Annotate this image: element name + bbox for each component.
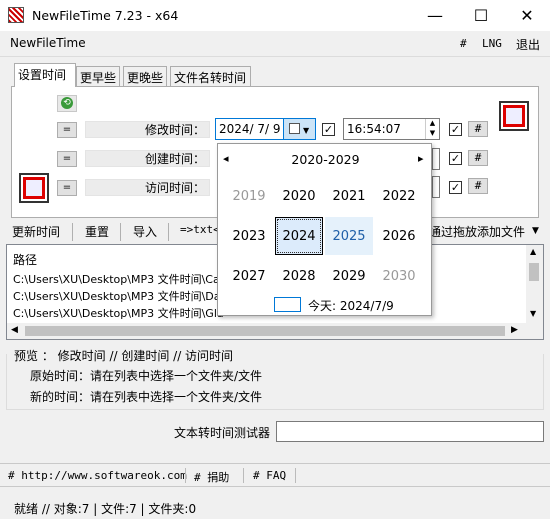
close-button[interactable]: ✕ xyxy=(504,0,550,31)
vertical-scrollbar[interactable]: ▲ ▼ xyxy=(526,245,543,323)
modify-time-field[interactable]: 16:54:07 ▲ ▼ xyxy=(343,118,440,140)
create-equal-button[interactable]: = xyxy=(57,151,77,167)
tab-set-time[interactable]: 设置时间 xyxy=(14,63,76,87)
create-time-field[interactable] xyxy=(432,148,440,170)
calendar-year-2028[interactable]: 2028 xyxy=(275,257,323,295)
drag-drop-add-button[interactable]: 通过拖放添加文件 xyxy=(429,223,525,241)
new-time-text: 新的时间：请在列表中选择一个文件夹/文件 xyxy=(30,390,263,404)
toolbar-separator xyxy=(72,223,73,241)
app-logo-right-icon[interactable] xyxy=(499,101,529,131)
links-separator xyxy=(295,468,296,483)
import-button[interactable]: 导入 xyxy=(133,223,157,241)
calendar-popup: ◂ 2020-2029 ▸ 2019 2020 2021 2022 2023 2024 20… xyxy=(217,143,432,316)
links-bar: # http://www.softwareok.com # 捐助 # FAQ xyxy=(0,463,550,487)
list-item[interactable]: C:\Users\XU\Desktop\MP3 文件时间\Da xyxy=(13,288,221,304)
refresh-icon[interactable]: ⟲ xyxy=(57,95,77,112)
drag-drop-dropdown-icon[interactable]: ▼ xyxy=(532,226,539,244)
website-link[interactable]: # http://www.softwareok.com xyxy=(8,469,187,482)
scroll-up-icon[interactable]: ▲ xyxy=(530,247,536,256)
status-bar: 就绪 // 对象:7 | 文件:7 | 文件夹:0 xyxy=(0,497,550,519)
modify-date-value: 2024/ 7/ 9 xyxy=(219,122,281,136)
window-title: NewFileTime 7.23 - x64 xyxy=(32,8,179,23)
tab-later[interactable]: 更晚些 xyxy=(123,66,167,86)
modify-time-label: 修改时间： xyxy=(85,121,210,138)
toolbar-separator xyxy=(120,223,121,241)
horizontal-scrollbar[interactable]: ◀ ▶ xyxy=(7,323,543,339)
maximize-button[interactable]: ☐ xyxy=(458,0,504,31)
calendar-year-grid: 2019 2020 2021 2022 2023 2024 2025 2026 2027 2028… xyxy=(225,177,425,297)
modify-time-value: 16:54:07 xyxy=(347,122,401,136)
menu-language[interactable]: LNG xyxy=(482,37,502,50)
list-item[interactable]: C:\Users\XU\Desktop\MP3 文件时间\Ca xyxy=(13,271,220,287)
title-bar: NewFileTime 7.23 - x64 — ☐ ✕ xyxy=(0,0,550,31)
toolbar-separator xyxy=(168,223,169,241)
reset-button[interactable]: 重置 xyxy=(85,223,109,241)
scroll-right-icon[interactable]: ▶ xyxy=(511,325,518,335)
calendar-year-2027[interactable]: 2027 xyxy=(225,257,273,295)
list-item[interactable]: C:\Users\XU\Desktop\MP3 文件时间\Gla xyxy=(13,305,224,321)
app-logo-left-icon[interactable] xyxy=(19,173,49,203)
calendar-year-2020[interactable]: 2020 xyxy=(275,177,323,215)
calendar-year-2024[interactable]: 2024 xyxy=(275,217,323,255)
links-separator xyxy=(185,468,186,483)
modify-hash-button[interactable]: # xyxy=(468,121,488,137)
preview-panel: 预览 ： 修改时间 // 创建时间 // 访问时间 原始时间：请在列表中选择一个… xyxy=(6,346,544,410)
tab-earlier[interactable]: 更早些 xyxy=(76,66,120,86)
access-time-label: 访问时间： xyxy=(85,179,210,196)
modify-equal-button[interactable]: = xyxy=(57,122,77,138)
links-separator xyxy=(243,468,244,483)
original-time-text: 原始时间：请在列表中选择一个文件夹/文件 xyxy=(30,369,263,383)
donate-link[interactable]: # 捐助 xyxy=(194,469,229,485)
menu-exit[interactable]: 退出 xyxy=(516,36,540,53)
modify-date-field[interactable]: 2024/ 7/ 9 ▼ xyxy=(215,118,316,140)
modify-date-checkbox[interactable]: ✓ xyxy=(322,123,335,136)
menu-bar: NewFileTime # LNG 退出 xyxy=(0,31,550,57)
today-marker-icon xyxy=(274,297,301,312)
update-time-button[interactable]: 更新时间 xyxy=(12,223,60,241)
list-header-path[interactable]: 路径 xyxy=(13,251,37,268)
modify-time-spinner[interactable]: ▲ ▼ xyxy=(425,119,439,139)
calendar-decade-range[interactable]: 2020-2029 xyxy=(218,152,433,167)
scroll-down-icon[interactable]: ▼ xyxy=(530,309,536,318)
access-equal-button[interactable]: = xyxy=(57,180,77,196)
create-time-label: 创建时间： xyxy=(85,150,210,167)
calendar-year-2026[interactable]: 2026 xyxy=(375,217,423,255)
access-hash-button[interactable]: # xyxy=(468,178,488,194)
calendar-dropdown-icon[interactable]: ▼ xyxy=(283,119,315,139)
scroll-left-icon[interactable]: ◀ xyxy=(11,325,18,335)
vertical-scroll-thumb[interactable] xyxy=(529,263,539,281)
minimize-button[interactable]: — xyxy=(412,0,458,31)
create-time-checkbox[interactable]: ✓ xyxy=(449,152,462,165)
calendar-year-2022[interactable]: 2022 xyxy=(375,177,423,215)
menu-hash[interactable]: # xyxy=(460,37,467,50)
menu-app-name[interactable]: NewFileTime xyxy=(10,36,86,50)
access-time-field[interactable] xyxy=(432,176,440,198)
horizontal-scroll-thumb[interactable] xyxy=(25,326,505,336)
create-hash-button[interactable]: # xyxy=(468,150,488,166)
calendar-year-2030[interactable]: 2030 xyxy=(375,257,423,295)
app-icon xyxy=(8,7,24,23)
calendar-year-2025[interactable]: 2025 xyxy=(325,217,373,255)
faq-link[interactable]: # FAQ xyxy=(253,469,286,482)
calendar-next-icon[interactable]: ▸ xyxy=(418,152,424,165)
modify-time-checkbox[interactable]: ✓ xyxy=(449,123,462,136)
calendar-year-2023[interactable]: 2023 xyxy=(225,217,273,255)
status-text: 就绪 // 对象:7 | 文件:7 | 文件夹:0 xyxy=(14,502,197,516)
access-time-checkbox[interactable]: ✓ xyxy=(449,181,462,194)
calendar-today-link[interactable]: 今天: 2024/7/9 xyxy=(308,297,394,314)
calendar-year-2021[interactable]: 2021 xyxy=(325,177,373,215)
text-to-time-tester-label: 文本转时间测试器 xyxy=(174,426,271,440)
text-to-time-tester-input[interactable] xyxy=(276,421,544,442)
calendar-year-2029[interactable]: 2029 xyxy=(325,257,373,295)
calendar-year-2019[interactable]: 2019 xyxy=(225,177,273,215)
tab-filename-to-time[interactable]: 文件名转时间 xyxy=(170,66,251,86)
